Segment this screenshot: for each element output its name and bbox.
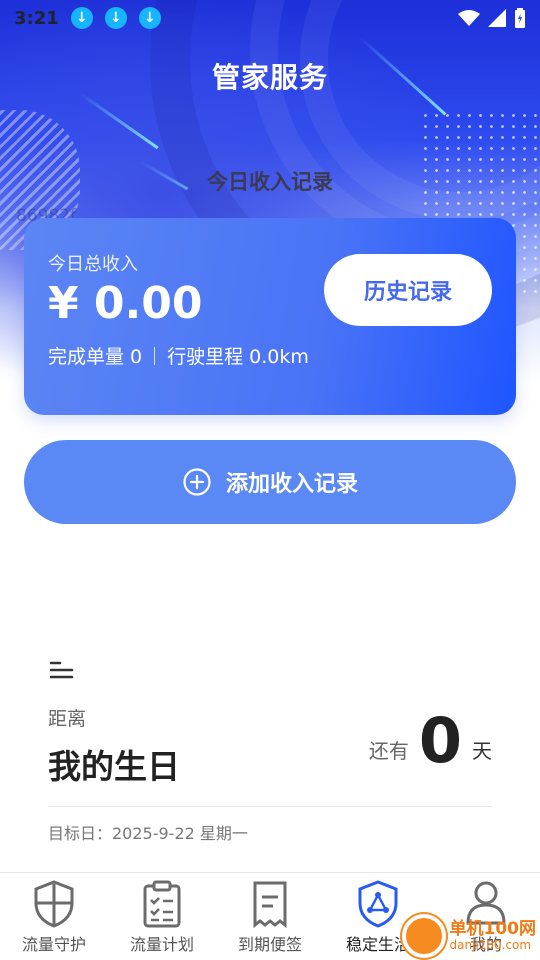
download-notification-icon: ↓	[70, 7, 93, 29]
add-income-record-label: 添加收入记录	[225, 472, 358, 497]
tab-expiry-notes[interactable]: 到期便签	[216, 873, 324, 960]
days-remaining: 还有 0 天	[369, 710, 492, 772]
mileage: 行驶里程 0.0km	[167, 346, 309, 368]
tab-label: 稳定生活	[345, 935, 410, 954]
income-summary-card: 今日总收入 ¥ 0.00 完成单量 0 行驶里程 0.0km 历史记录	[24, 218, 516, 415]
order-count: 完成单量 0	[48, 346, 143, 368]
section-title: 今日收入记录	[207, 170, 333, 194]
tab-label: 到期便签	[237, 935, 302, 954]
target-date: 目标日：2025-9-22 星期一	[48, 824, 248, 843]
watermark-en: danji100.com	[449, 937, 532, 952]
remaining-suffix: 天	[472, 739, 492, 763]
watermark-logo-icon	[401, 914, 446, 958]
stats-divider	[154, 346, 156, 365]
status-bar: 3:21 ↓ ↓ ↓	[0, 0, 540, 36]
wifi-icon	[458, 10, 480, 26]
menu-lines-icon[interactable]	[50, 660, 74, 680]
watermark-cn: 单机100网	[449, 918, 537, 939]
tab-label: 流量计划	[129, 935, 194, 954]
tab-traffic-guard[interactable]: 流量守护	[0, 873, 108, 960]
download-notification-icon: ↓	[138, 7, 161, 29]
income-stats: 完成单量 0 行驶里程 0.0km	[48, 342, 492, 369]
tab-label: 流量守护	[21, 935, 86, 954]
page-title: 管家服务	[211, 61, 328, 94]
distance-label: 距离	[48, 708, 87, 730]
signal-icon	[488, 9, 506, 27]
plus-circle-icon	[183, 468, 211, 496]
receipt-icon	[253, 881, 287, 929]
history-button[interactable]: 历史记录	[324, 254, 492, 326]
site-watermark: 单机100网 danji100.com	[401, 914, 537, 958]
stability-shield-icon	[358, 880, 398, 928]
remaining-days-number: 0	[418, 704, 462, 777]
download-notification-icon: ↓	[104, 7, 127, 29]
shield-icon	[34, 880, 74, 928]
divider	[48, 806, 492, 807]
clipboard-icon	[143, 880, 181, 928]
status-time: 3:21	[14, 7, 59, 29]
battery-icon	[515, 8, 525, 28]
tab-traffic-plan[interactable]: 流量计划	[108, 873, 216, 960]
event-name: 我的生日	[48, 747, 180, 786]
remaining-prefix: 还有	[368, 739, 409, 763]
add-income-record-button[interactable]: 添加收入记录	[24, 440, 516, 524]
